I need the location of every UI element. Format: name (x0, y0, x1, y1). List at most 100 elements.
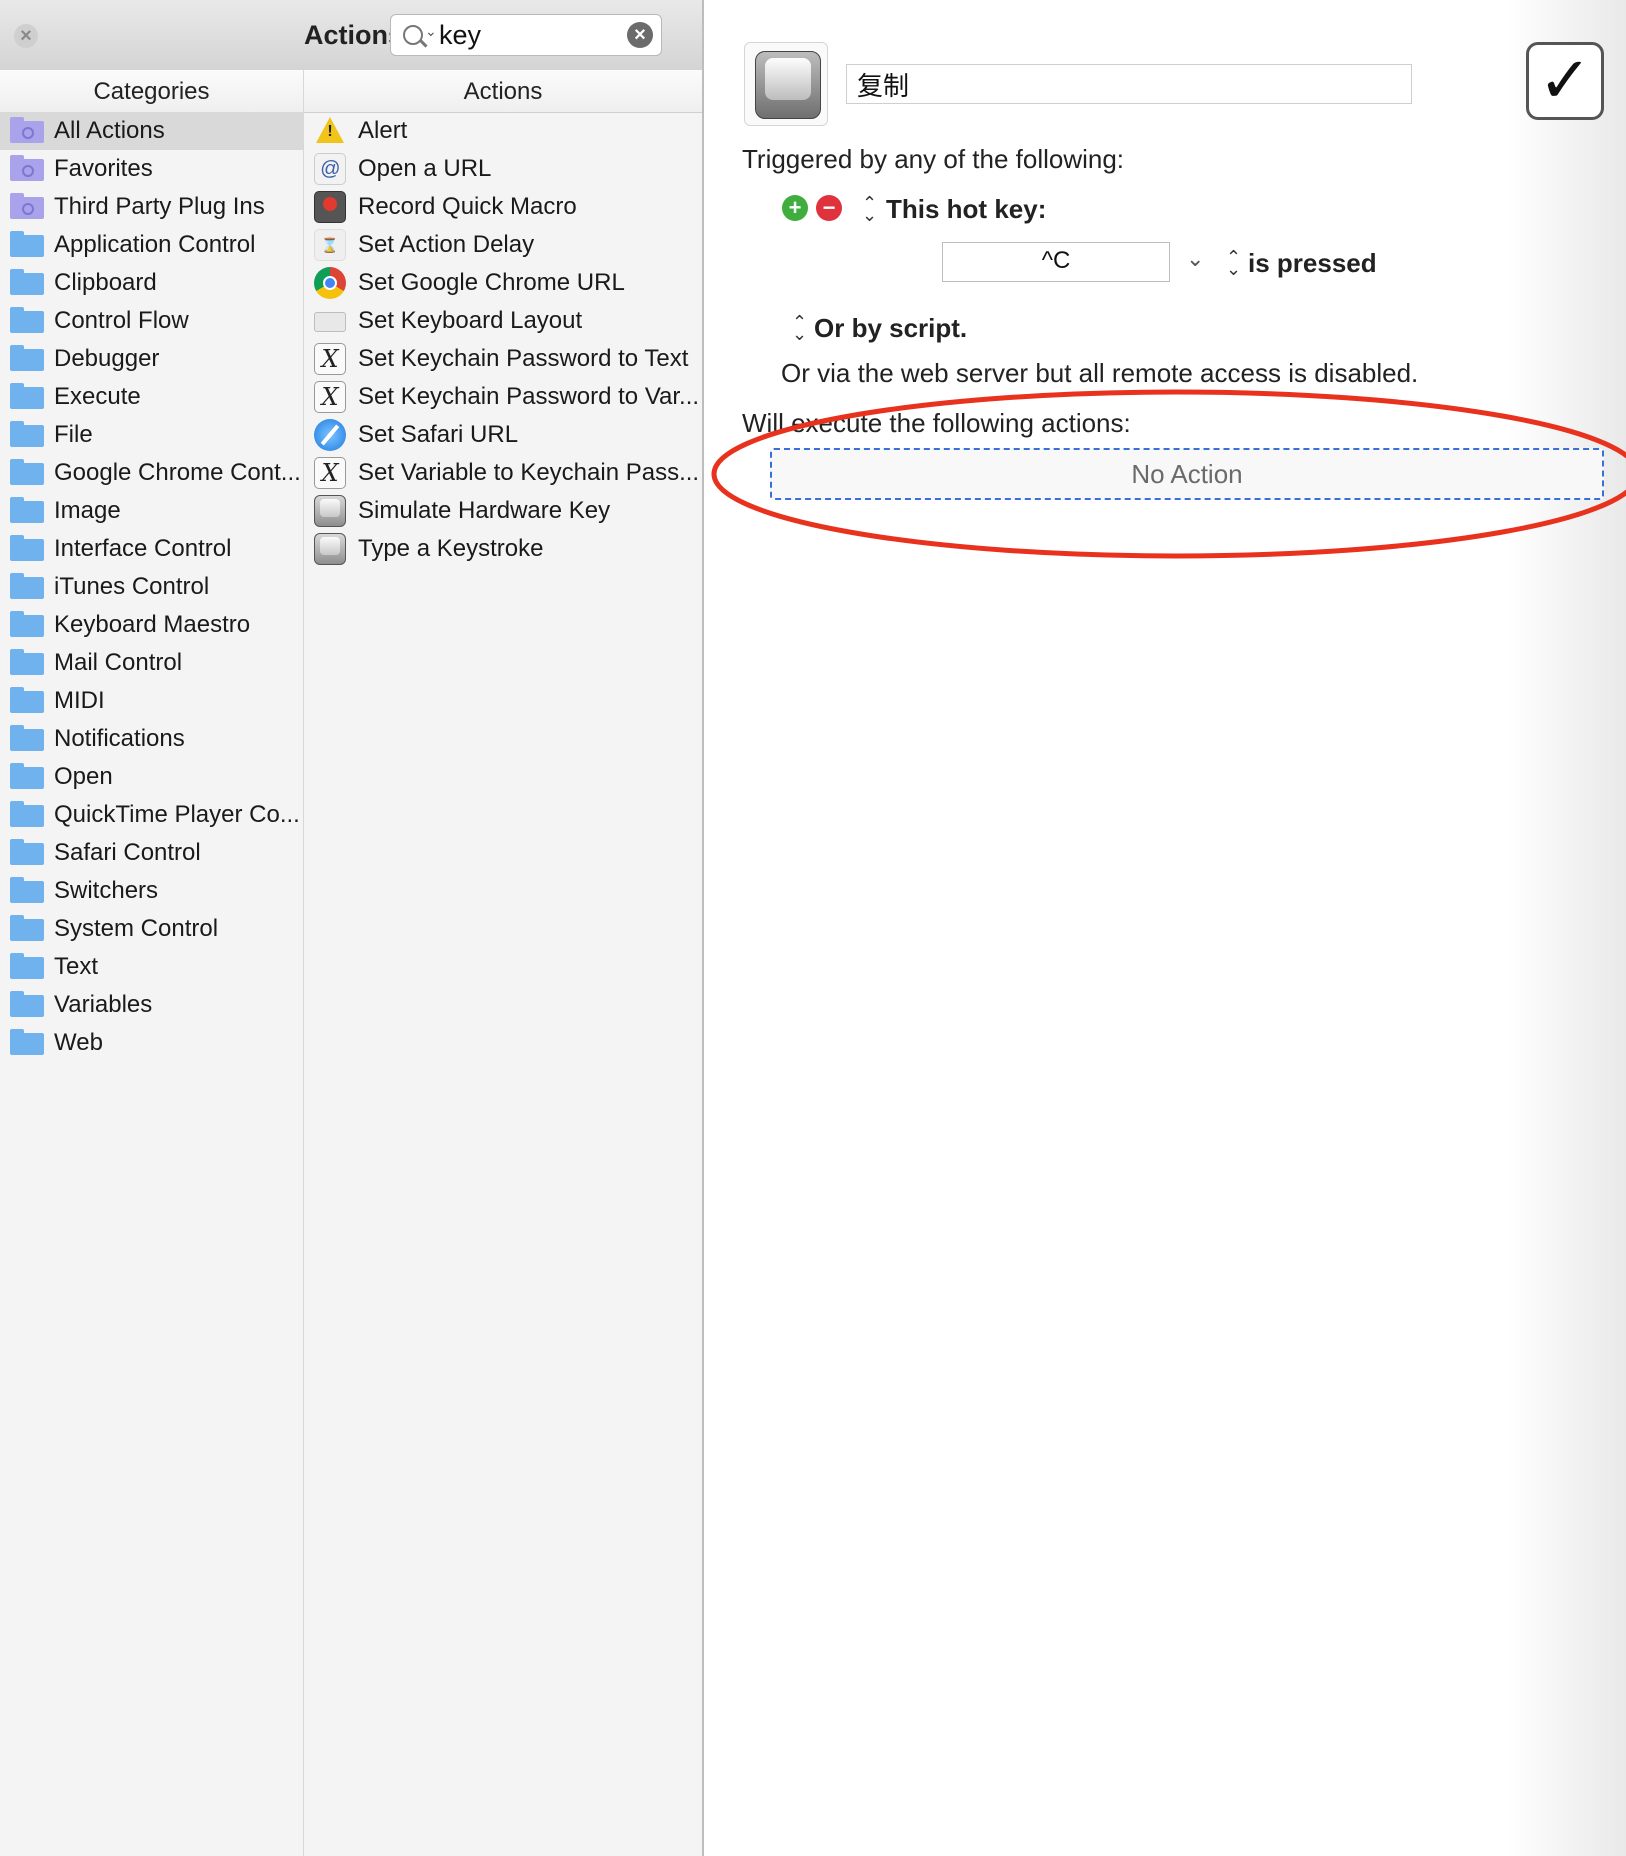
category-item-third-party-plug-ins[interactable]: Third Party Plug Ins (0, 188, 303, 226)
folder-icon (10, 877, 44, 903)
webserver-label: Or via the web server but all remote acc… (781, 358, 1419, 388)
folder-icon (10, 953, 44, 979)
action-label: Type a Keystroke (358, 535, 544, 562)
stepper-icon[interactable]: ⌃ ⌄ (862, 194, 877, 224)
category-item-google-chrome-cont[interactable]: Google Chrome Cont... (0, 454, 303, 492)
category-item-open[interactable]: Open (0, 758, 303, 796)
folder-icon (10, 231, 44, 257)
enable-checkbox[interactable]: ✓ (1526, 42, 1604, 120)
action-label: Set Variable to Keychain Pass... (358, 459, 700, 486)
macro-name-field[interactable] (846, 64, 1412, 104)
category-label: iTunes Control (54, 573, 210, 600)
category-item-quicktime-player-co[interactable]: QuickTime Player Co... (0, 796, 303, 834)
key-icon (314, 533, 346, 565)
folder-icon (10, 383, 44, 409)
chevron-down-icon[interactable]: ⌄ (1186, 246, 1204, 272)
category-item-variables[interactable]: Variables (0, 986, 303, 1024)
category-item-notifications[interactable]: Notifications (0, 720, 303, 758)
pressed-label[interactable]: is pressed (1248, 248, 1377, 279)
action-item-set-keyboard-layout[interactable]: Set Keyboard Layout (304, 302, 702, 340)
category-label: Notifications (54, 725, 185, 752)
category-item-image[interactable]: Image (0, 492, 303, 530)
action-item-set-keychain-password-to-text[interactable]: X Set Keychain Password to Text (304, 340, 702, 378)
category-item-favorites[interactable]: Favorites (0, 150, 303, 188)
category-label: Open (54, 763, 113, 790)
category-label: QuickTime Player Co... (54, 801, 300, 828)
smart-folder-icon (10, 155, 44, 181)
category-item-debugger[interactable]: Debugger (0, 340, 303, 378)
category-label: Google Chrome Cont... (54, 459, 301, 486)
action-item-set-keychain-password-to-var[interactable]: X Set Keychain Password to Var... (304, 378, 702, 416)
action-item-simulate-hardware-key[interactable]: Simulate Hardware Key (304, 492, 702, 530)
category-item-safari-control[interactable]: Safari Control (0, 834, 303, 872)
stepper-icon[interactable]: ⌃ ⌄ (1226, 248, 1241, 278)
category-label: Application Control (54, 231, 256, 258)
action-item-record-quick-macro[interactable]: Record Quick Macro (304, 188, 702, 226)
key-icon (314, 495, 346, 527)
category-item-text[interactable]: Text (0, 948, 303, 986)
action-label: Alert (358, 117, 408, 144)
chrome-icon (314, 267, 346, 299)
category-item-all-actions[interactable]: All Actions (0, 112, 303, 150)
action-item-set-action-delay[interactable]: ⌛ Set Action Delay (304, 226, 702, 264)
actions-drop-zone[interactable]: No Action (770, 448, 1604, 500)
category-label: Mail Control (54, 649, 183, 676)
category-label: System Control (54, 915, 219, 942)
action-item-alert[interactable]: ! Alert (304, 112, 702, 150)
smart-folder-icon (10, 117, 44, 143)
action-item-set-variable-to-keychain-pass[interactable]: X Set Variable to Keychain Pass... (304, 454, 702, 492)
folder-icon (10, 497, 44, 523)
category-label: MIDI (54, 687, 105, 714)
search-field[interactable]: ⌄ × (390, 14, 662, 56)
script-trigger-label[interactable]: Or by script. (814, 313, 967, 344)
category-item-itunes-control[interactable]: iTunes Control (0, 568, 303, 606)
trigger-type-label[interactable]: This hot key: (886, 194, 1046, 225)
variable-x-icon: X (314, 381, 346, 413)
execute-label: Will execute the following actions: (742, 408, 1131, 438)
folder-icon (10, 307, 44, 333)
category-item-mail-control[interactable]: Mail Control (0, 644, 303, 682)
category-item-web[interactable]: Web (0, 1024, 303, 1062)
category-label: Safari Control (54, 839, 201, 866)
action-item-set-google-chrome-url[interactable]: Set Google Chrome URL (304, 264, 702, 302)
category-item-application-control[interactable]: Application Control (0, 226, 303, 264)
action-item-type-a-keystroke[interactable]: Type a Keystroke (304, 530, 702, 568)
search-input[interactable] (439, 20, 599, 51)
actions-header: Actions (463, 78, 543, 105)
category-label: Image (54, 497, 121, 524)
category-label: Control Flow (54, 307, 189, 334)
category-item-clipboard[interactable]: Clipboard (0, 264, 303, 302)
action-label: Set Safari URL (358, 421, 519, 448)
add-trigger-button[interactable]: + (782, 195, 808, 221)
categories-list: All Actions Favorites Third Party Plug Ins… (0, 112, 303, 1062)
palette-title: Actions (304, 20, 404, 50)
category-item-execute[interactable]: Execute (0, 378, 303, 416)
actions-palette: × Actions ⌄ × Categories Actions All Act… (0, 0, 704, 1856)
smart-folder-icon (10, 193, 44, 219)
folder-icon (10, 687, 44, 713)
category-item-midi[interactable]: MIDI (0, 682, 303, 720)
category-item-keyboard-maestro[interactable]: Keyboard Maestro (0, 606, 303, 644)
category-item-system-control[interactable]: System Control (0, 910, 303, 948)
category-item-control-flow[interactable]: Control Flow (0, 302, 303, 340)
close-icon[interactable]: × (14, 24, 38, 48)
category-item-file[interactable]: File (0, 416, 303, 454)
category-label: Execute (54, 383, 141, 410)
hotkey-field[interactable]: ^C (942, 242, 1170, 282)
action-item-set-safari-url[interactable]: Set Safari URL (304, 416, 702, 454)
action-label: Open a URL (358, 155, 492, 182)
category-label: Keyboard Maestro (54, 611, 251, 638)
search-icon (403, 25, 423, 45)
remove-trigger-button[interactable]: − (816, 195, 842, 221)
variable-x-icon: X (314, 343, 346, 375)
stepper-icon[interactable]: ⌃ ⌄ (792, 313, 807, 343)
action-item-open-a-url[interactable]: @ Open a URL (304, 150, 702, 188)
category-item-switchers[interactable]: Switchers (0, 872, 303, 910)
category-label: Clipboard (54, 269, 157, 296)
category-item-interface-control[interactable]: Interface Control (0, 530, 303, 568)
category-label: Variables (54, 991, 153, 1018)
chevron-down-icon[interactable]: ⌄ (425, 23, 437, 40)
action-label: Set Keychain Password to Var... (358, 383, 700, 410)
macro-icon-well[interactable] (744, 42, 828, 126)
clear-search-icon[interactable]: × (627, 22, 653, 48)
